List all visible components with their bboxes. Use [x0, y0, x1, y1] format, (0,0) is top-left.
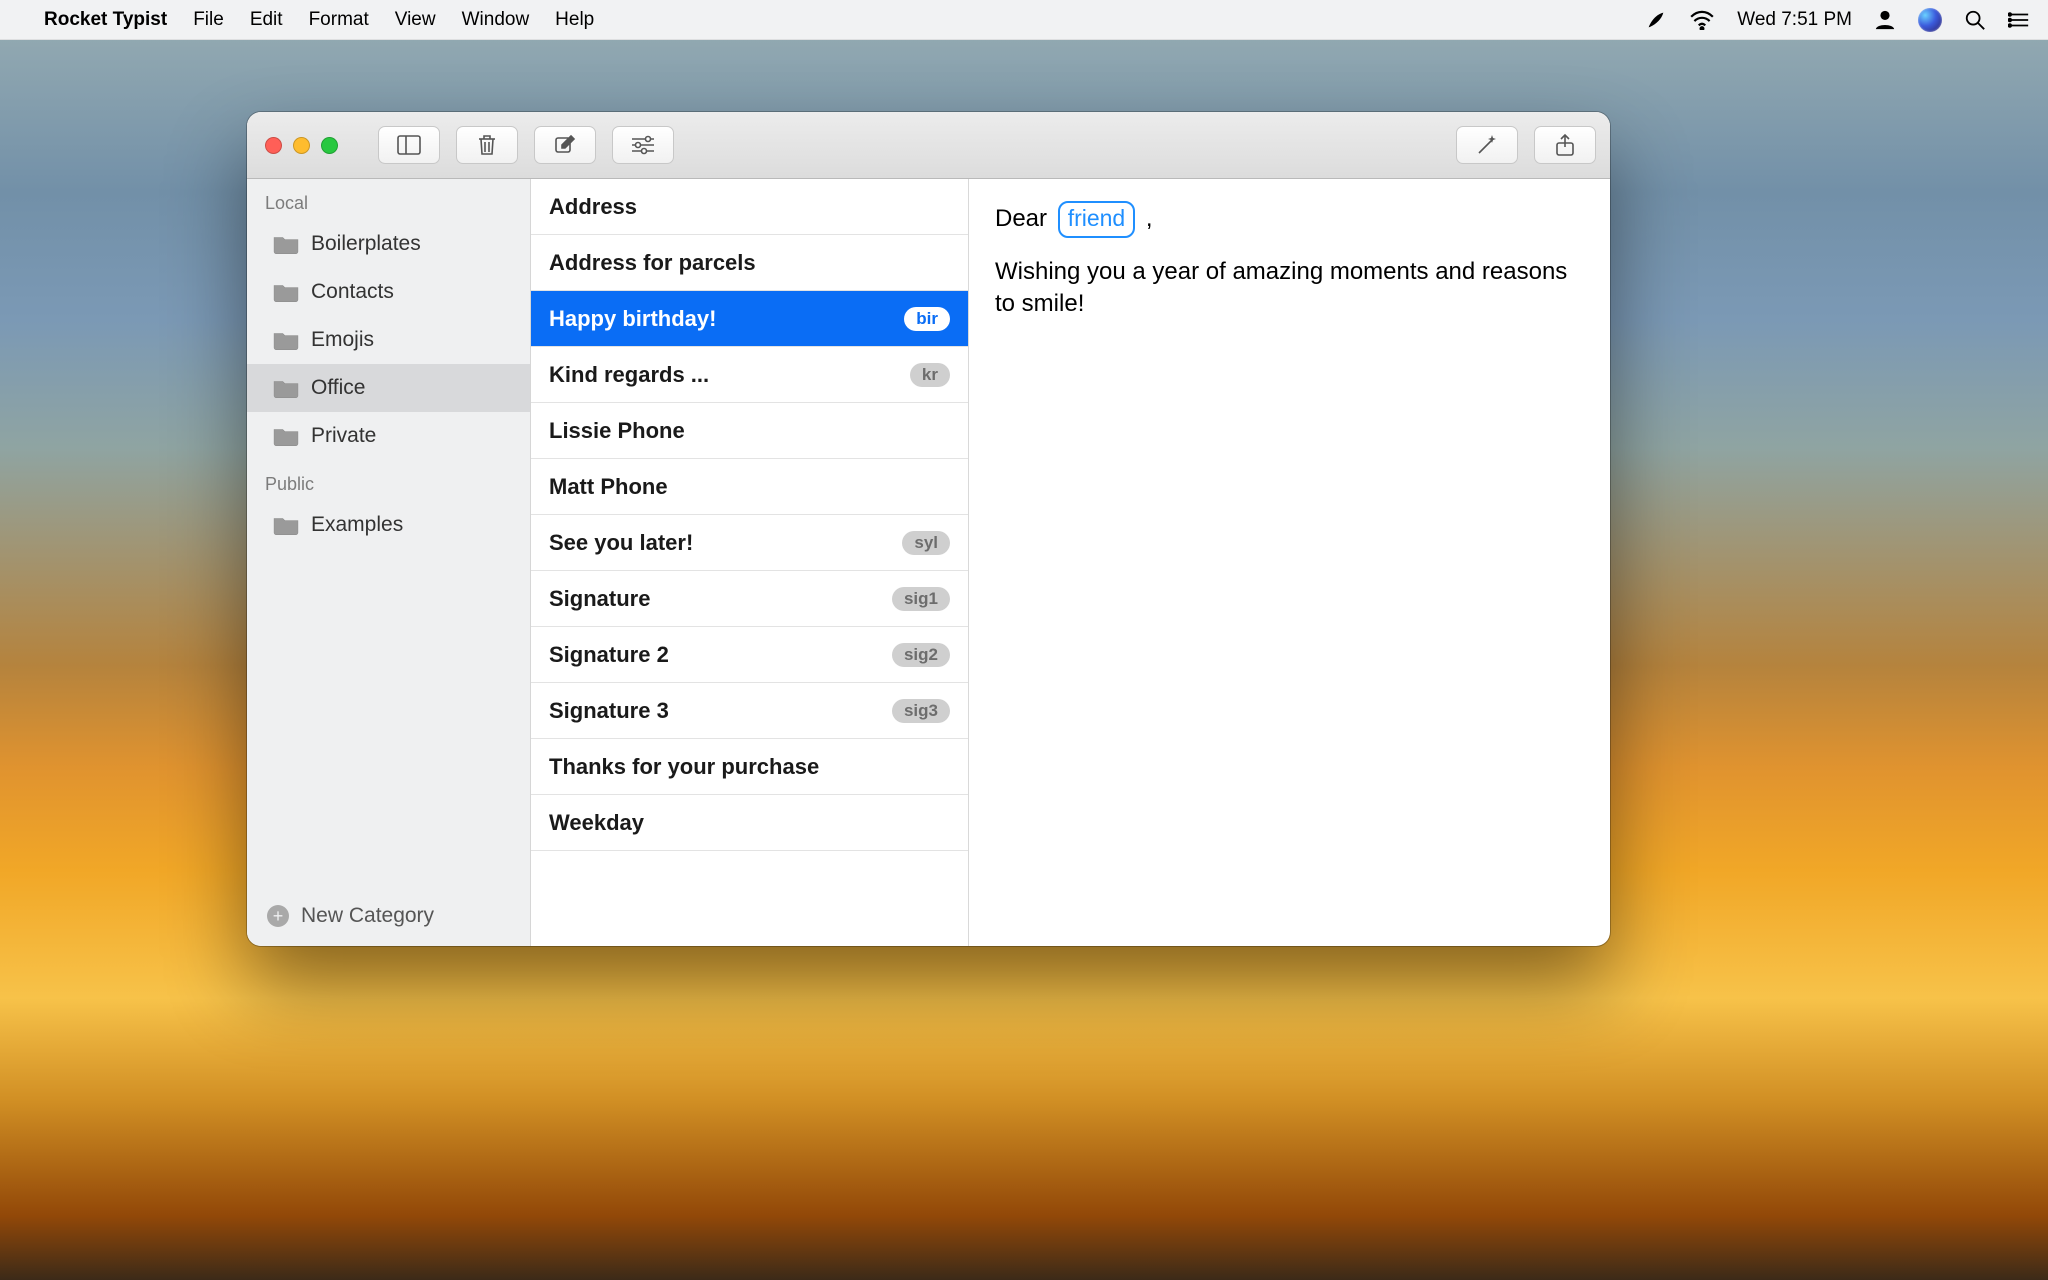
delete-button[interactable] — [456, 126, 518, 164]
wifi-status-icon[interactable] — [1689, 10, 1715, 30]
snippet-row[interactable]: Signature sig1 — [531, 571, 968, 627]
sidebar: Local Boilerplates Contacts Emojis Offic… — [247, 179, 531, 946]
snippet-row[interactable]: See you later! syl — [531, 515, 968, 571]
sidebar-item-emojis[interactable]: Emojis — [247, 316, 530, 364]
placeholder-chip[interactable]: friend — [1058, 201, 1136, 238]
settings-button[interactable] — [612, 126, 674, 164]
snippet-title: See you later! — [549, 530, 693, 556]
menu-view[interactable]: View — [395, 9, 436, 31]
sidebar-item-examples[interactable]: Examples — [247, 501, 530, 549]
sidebar-item-office[interactable]: Office — [247, 364, 530, 412]
snippet-title: Address — [549, 194, 637, 220]
sidebar-item-label: Emojis — [311, 328, 374, 352]
menu-edit[interactable]: Edit — [250, 9, 283, 31]
snippet-abbr-badge: sig2 — [892, 643, 950, 667]
snippet-title: Signature 3 — [549, 698, 669, 724]
snippet-row[interactable]: Kind regards ... kr — [531, 347, 968, 403]
editor-body-text: Wishing you a year of amazing moments an… — [995, 256, 1584, 321]
folder-icon — [273, 515, 299, 535]
snippet-row[interactable]: Thanks for your purchase — [531, 739, 968, 795]
snippet-row[interactable]: Matt Phone — [531, 459, 968, 515]
app-menu[interactable]: Rocket Typist — [44, 9, 167, 31]
menu-help[interactable]: Help — [555, 9, 594, 31]
sidebar-item-label: Examples — [311, 513, 403, 537]
sidebar-section-public: Public — [247, 460, 530, 501]
snippet-title: Signature 2 — [549, 642, 669, 668]
sidebar-item-boilerplates[interactable]: Boilerplates — [247, 220, 530, 268]
snippet-title: Kind regards ... — [549, 362, 709, 388]
snippet-list: Address Address for parcels Happy birthday… — [531, 179, 969, 946]
snippet-title: Matt Phone — [549, 474, 668, 500]
sidebar-item-label: Private — [311, 424, 376, 448]
window-close-button[interactable] — [265, 137, 282, 154]
folder-icon — [273, 378, 299, 398]
app-window: Local Boilerplates Contacts Emojis Offic… — [247, 112, 1610, 946]
snippet-row[interactable]: Signature 2 sig2 — [531, 627, 968, 683]
editor-line-greeting: Dear friend , — [995, 201, 1584, 238]
macos-menubar: Rocket Typist File Edit Format View Wind… — [0, 0, 2048, 40]
snippet-title: Weekday — [549, 810, 644, 836]
menu-window[interactable]: Window — [462, 9, 530, 31]
snippet-row[interactable]: Lissie Phone — [531, 403, 968, 459]
window-traffic-lights — [265, 137, 338, 154]
editor-text: Dear — [995, 205, 1054, 232]
rocket-status-icon[interactable] — [1645, 9, 1667, 31]
sidebar-item-private[interactable]: Private — [247, 412, 530, 460]
window-zoom-button[interactable] — [321, 137, 338, 154]
snippet-abbr-badge: syl — [902, 531, 950, 555]
snippet-abbr-badge: kr — [910, 363, 950, 387]
spotlight-icon[interactable] — [1964, 9, 1986, 31]
snippet-title: Signature — [549, 586, 650, 612]
share-button[interactable] — [1534, 126, 1596, 164]
sidebar-section-local: Local — [247, 179, 530, 220]
folder-icon — [273, 426, 299, 446]
new-category-button[interactable]: + New Category — [247, 890, 530, 946]
menu-file[interactable]: File — [193, 9, 224, 31]
snippet-title: Lissie Phone — [549, 418, 685, 444]
user-status-icon[interactable] — [1874, 9, 1896, 31]
window-titlebar[interactable] — [247, 112, 1610, 179]
magic-button[interactable] — [1456, 126, 1518, 164]
sidebar-item-label: Office — [311, 376, 365, 400]
snippet-row[interactable]: Weekday — [531, 795, 968, 851]
snippet-row[interactable]: Address for parcels — [531, 235, 968, 291]
folder-icon — [273, 282, 299, 302]
compose-button[interactable] — [534, 126, 596, 164]
notification-center-icon[interactable] — [2008, 10, 2030, 30]
snippet-row[interactable]: Signature 3 sig3 — [531, 683, 968, 739]
snippet-abbr-badge: sig1 — [892, 587, 950, 611]
sidebar-item-label: Contacts — [311, 280, 394, 304]
snippet-row[interactable]: Happy birthday! bir — [531, 291, 968, 347]
editor-text: , — [1139, 205, 1152, 232]
menu-format[interactable]: Format — [309, 9, 369, 31]
snippet-editor[interactable]: Dear friend , Wishing you a year of amaz… — [969, 179, 1610, 946]
plus-icon: + — [267, 905, 289, 927]
snippet-title: Address for parcels — [549, 250, 756, 276]
snippet-title: Happy birthday! — [549, 306, 716, 332]
window-minimize-button[interactable] — [293, 137, 310, 154]
snippet-abbr-badge: bir — [904, 307, 950, 331]
siri-icon[interactable] — [1918, 8, 1942, 32]
sidebar-item-contacts[interactable]: Contacts — [247, 268, 530, 316]
toggle-sidebar-button[interactable] — [378, 126, 440, 164]
snippet-abbr-badge: sig3 — [892, 699, 950, 723]
menubar-clock[interactable]: Wed 7:51 PM — [1737, 9, 1852, 31]
folder-icon — [273, 330, 299, 350]
snippet-title: Thanks for your purchase — [549, 754, 819, 780]
sidebar-item-label: Boilerplates — [311, 232, 421, 256]
snippet-row[interactable]: Address — [531, 179, 968, 235]
folder-icon — [273, 234, 299, 254]
new-category-label: New Category — [301, 904, 434, 928]
